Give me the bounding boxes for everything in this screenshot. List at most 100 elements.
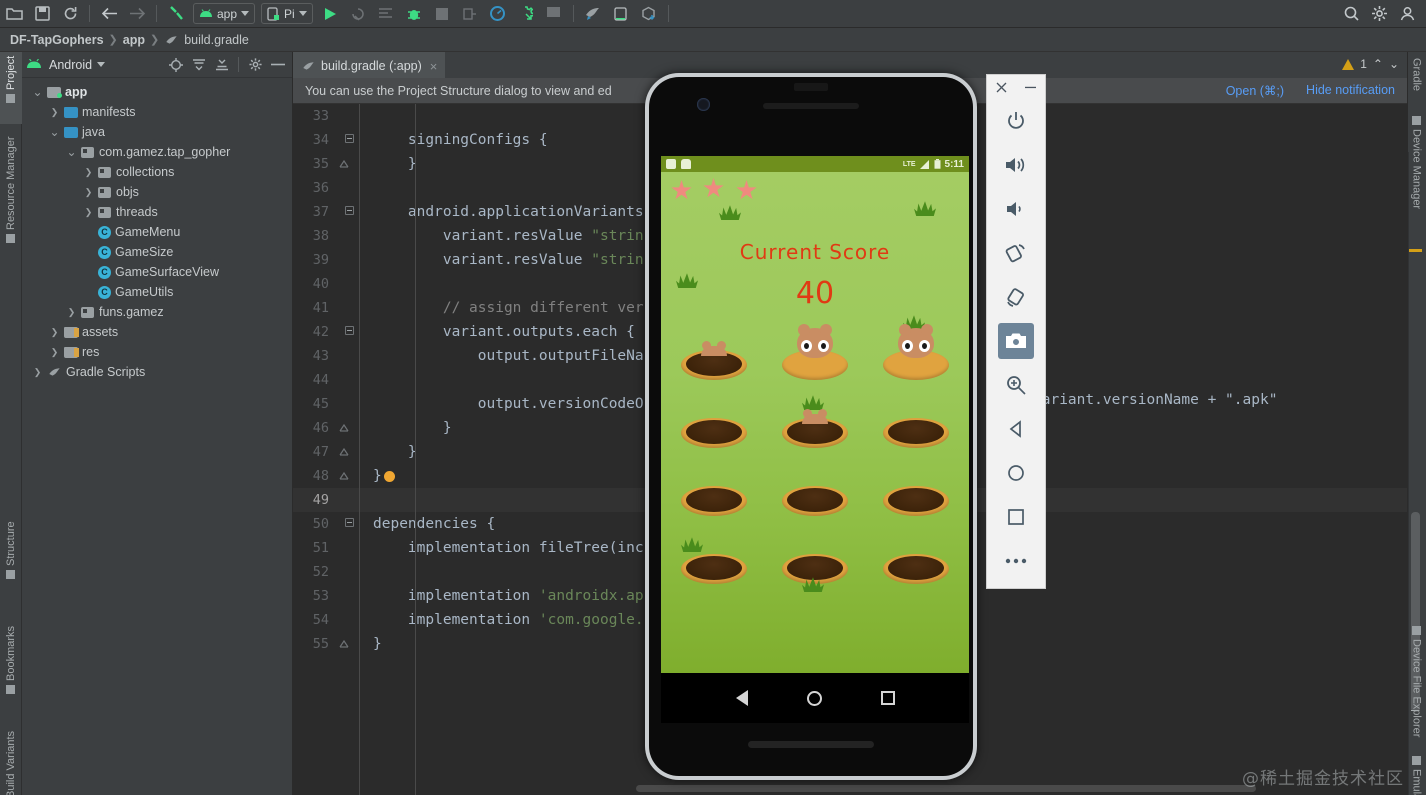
fold-end-icon[interactable] [339, 447, 359, 457]
gopher-hole[interactable] [782, 395, 848, 448]
debug-icon[interactable] [401, 3, 427, 25]
chevron-down-icon[interactable]: ⌄ [32, 86, 43, 98]
search-icon[interactable] [1338, 3, 1364, 25]
sidebar-item-emulator[interactable]: Emulator [1407, 752, 1426, 795]
project-view-selector[interactable]: Android [49, 58, 92, 72]
tree-item[interactable]: ❯ Gradle Scripts [22, 362, 292, 382]
sdk-download-icon[interactable] [636, 3, 662, 25]
module-selector[interactable]: app [193, 3, 256, 24]
sidebar-item-build-variants[interactable]: Build Variants [0, 727, 22, 795]
gopher-sprite[interactable] [802, 409, 828, 424]
emulator-window[interactable]: LTE 5:11 Current Score 40 [645, 73, 977, 780]
sidebar-item-resource-manager[interactable]: Resource Manager [0, 132, 22, 280]
chevron-right-icon[interactable]: ❯ [49, 327, 60, 338]
back-arrow-icon[interactable] [96, 3, 122, 25]
gopher-hole[interactable] [883, 480, 949, 516]
settings-gear-icon[interactable] [245, 55, 265, 75]
tree-item[interactable]: ❯ objs [22, 182, 292, 202]
gopher-hole[interactable] [782, 548, 848, 592]
expand-all-icon[interactable] [189, 55, 209, 75]
tree-item[interactable]: C GameSurfaceView [22, 262, 292, 282]
gopher-sprite[interactable] [797, 324, 833, 358]
chevron-right-icon[interactable]: ❯ [83, 207, 94, 218]
fold-end-icon[interactable] [339, 423, 359, 433]
collapse-all-icon[interactable] [212, 55, 232, 75]
rotate-right-icon[interactable] [998, 279, 1034, 315]
gopher-hole[interactable] [681, 480, 747, 516]
gopher-hole[interactable] [681, 537, 747, 584]
tree-item[interactable]: ❯ collections [22, 162, 292, 182]
fold-end-icon[interactable] [339, 159, 359, 169]
volume-up-icon[interactable] [998, 147, 1034, 183]
device-selector[interactable]: Pi [261, 3, 313, 24]
rotate-left-icon[interactable] [998, 235, 1034, 271]
chevron-right-icon[interactable]: ❯ [83, 187, 94, 198]
sidebar-item-bookmarks[interactable]: Bookmarks [0, 622, 22, 718]
horizontal-scrollbar[interactable] [636, 785, 1256, 792]
chevron-down-icon[interactable]: ⌄ [66, 146, 77, 158]
sidebar-item-project[interactable]: Project [0, 52, 22, 124]
screenshot-camera-icon[interactable] [998, 323, 1034, 359]
home-icon[interactable] [998, 455, 1034, 491]
open-folder-icon[interactable] [1, 3, 27, 25]
more-icon[interactable] [998, 543, 1034, 579]
breadcrumb-project[interactable]: DF-TapGophers [10, 33, 104, 47]
tree-item[interactable]: ⌄ app [22, 82, 292, 102]
gopher-sprite[interactable] [701, 341, 727, 356]
emulator-screen[interactable]: LTE 5:11 Current Score 40 [661, 156, 969, 673]
sidebar-item-device-manager[interactable]: Device Manager [1407, 112, 1426, 209]
breadcrumb-file[interactable]: build.gradle [184, 33, 249, 47]
gopher-hole[interactable] [681, 341, 747, 380]
project-tree[interactable]: ⌄ app ❯ manifests ⌄ java ⌄ com.gamez.tap_gopher… [22, 78, 292, 382]
tree-item[interactable]: ⌄ java [22, 122, 292, 142]
tree-item[interactable]: C GameSize [22, 242, 292, 262]
chevron-right-icon[interactable]: ❯ [66, 307, 77, 318]
next-problem-button[interactable]: ⌄ [1389, 57, 1399, 71]
fold-collapse-icon[interactable] [339, 206, 359, 218]
gopher-hole[interactable] [782, 480, 848, 516]
power-icon[interactable] [998, 103, 1034, 139]
fold-end-icon[interactable] [339, 471, 359, 481]
home-circle-icon[interactable] [806, 690, 822, 706]
tree-item[interactable]: ⌄ com.gamez.tap_gopher [22, 142, 292, 162]
gopher-hole[interactable] [883, 315, 949, 380]
locate-icon[interactable] [166, 55, 186, 75]
fold-collapse-icon[interactable] [339, 134, 359, 146]
tree-item[interactable]: ❯ res [22, 342, 292, 362]
gopher-hole[interactable] [782, 324, 848, 380]
tree-item[interactable]: ❯ funs.gamez [22, 302, 292, 322]
device-manager-icon[interactable] [608, 3, 634, 25]
run-button[interactable] [317, 3, 343, 25]
gopher-hole[interactable] [681, 412, 747, 448]
sync-icon[interactable] [57, 3, 83, 25]
chevron-right-icon[interactable]: ❯ [32, 367, 43, 378]
gopher-hole[interactable] [883, 412, 949, 448]
minimize-icon[interactable] [1025, 86, 1036, 89]
intention-bulb-icon[interactable] [383, 470, 395, 482]
tab-build-gradle[interactable]: build.gradle (:app) × [293, 52, 446, 78]
fold-collapse-icon[interactable] [339, 518, 359, 530]
build-hammer-icon[interactable] [163, 3, 189, 25]
tree-item[interactable]: ❯ assets [22, 322, 292, 342]
volume-down-icon[interactable] [998, 191, 1034, 227]
notification-hide-link[interactable]: Hide notification [1306, 83, 1395, 98]
profiler-icon[interactable] [485, 3, 511, 25]
chevron-right-icon[interactable]: ❯ [49, 107, 60, 118]
gopher-hole[interactable] [883, 548, 949, 584]
fold-collapse-icon[interactable] [339, 326, 359, 338]
sidebar-item-gradle[interactable]: Gradle [1407, 54, 1426, 91]
sidebar-item-structure[interactable]: Structure [0, 517, 22, 609]
breadcrumb-module[interactable]: app [123, 33, 145, 47]
chevron-down-icon[interactable]: ⌄ [49, 126, 60, 138]
gradle-sync-icon[interactable] [580, 3, 606, 25]
close-icon[interactable]: × [430, 59, 438, 74]
sdk-manager-icon[interactable] [513, 3, 539, 25]
tree-item[interactable]: ❯ threads [22, 202, 292, 222]
chevron-right-icon[interactable]: ❯ [83, 167, 94, 178]
close-icon[interactable] [996, 82, 1007, 93]
tree-item[interactable]: ❯ manifests [22, 102, 292, 122]
tree-item[interactable]: C GameMenu [22, 222, 292, 242]
user-avatar-icon[interactable] [1394, 3, 1420, 25]
sidebar-item-device-file-explorer[interactable]: Device File Explorer [1407, 622, 1426, 737]
save-icon[interactable] [29, 3, 55, 25]
